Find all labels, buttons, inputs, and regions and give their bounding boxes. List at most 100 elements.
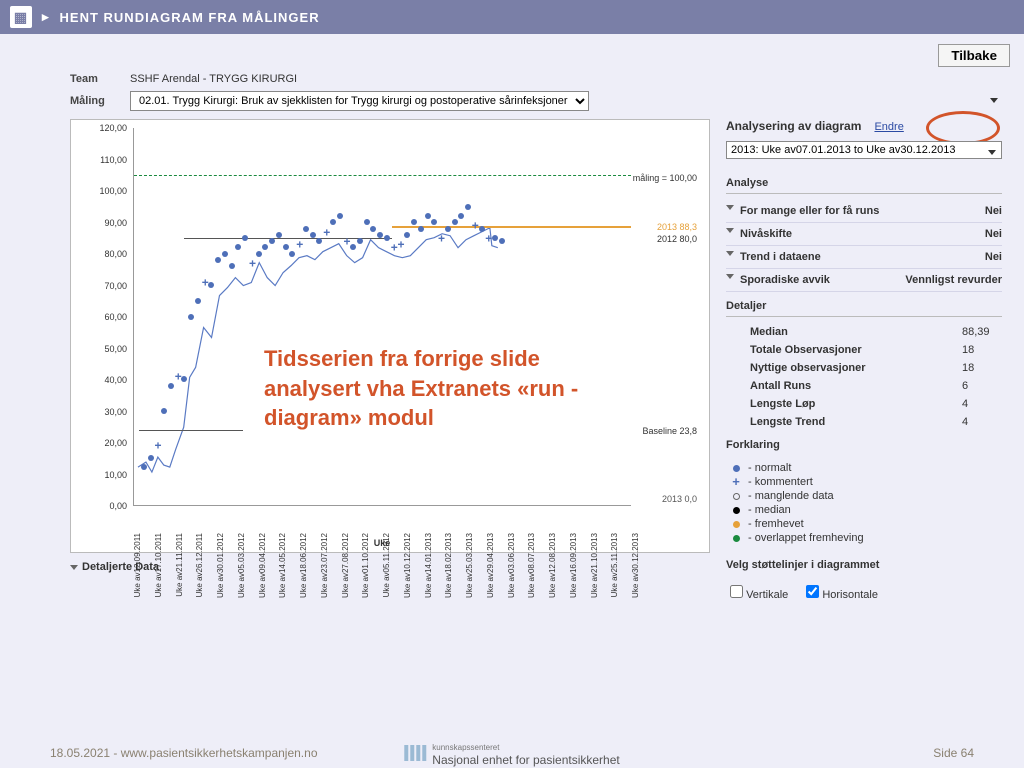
data-point — [370, 226, 376, 232]
measurement-label: Måling — [70, 95, 130, 107]
data-point — [425, 213, 431, 219]
team-label: Team — [70, 73, 130, 85]
y-tick: 10,00 — [87, 470, 127, 480]
data-point — [215, 257, 221, 263]
data-point — [168, 383, 174, 389]
analysis-row[interactable]: Sporadiske avvikVennligst revurder — [726, 269, 1002, 292]
y-tick: 50,00 — [87, 344, 127, 354]
data-point — [330, 219, 336, 225]
x-tick: Uke av21.11.2011 — [175, 533, 184, 597]
footer: 18.05.2021 - www.pasientsikkerhetskampan… — [0, 746, 1024, 760]
x-tick: Uke av18.06.2012 — [299, 533, 308, 598]
data-point-commented: + — [175, 370, 181, 376]
data-point — [384, 235, 390, 241]
data-point-commented: + — [296, 238, 302, 244]
x-tick: Uke av10.12.2012 — [403, 533, 412, 598]
detail-row: Median88,39 — [726, 323, 1002, 341]
x-tick: Uke av12.09.2011 — [133, 533, 142, 597]
data-point-commented: + — [323, 225, 329, 231]
data-point — [242, 235, 248, 241]
data-point — [465, 204, 471, 210]
y-tick: 30,00 — [87, 407, 127, 417]
data-point — [195, 298, 201, 304]
detail-row: Antall Runs6 — [726, 377, 1002, 395]
chevron-down-icon — [726, 251, 734, 256]
legend-symbol — [730, 507, 742, 514]
x-tick: Uke av03.06.2013 — [507, 533, 516, 598]
page-title: HENT RUNDIAGRAM FRA MÅLINGER — [60, 10, 320, 25]
x-tick: Uke av23.07.2012 — [320, 533, 329, 598]
vertical-checkbox[interactable]: Vertikale — [730, 585, 788, 601]
change-link[interactable]: Endre — [874, 121, 903, 133]
chevron-down-icon — [726, 205, 734, 210]
data-point — [364, 219, 370, 225]
data-point — [337, 213, 343, 219]
data-point — [161, 408, 167, 414]
supportlines-subhead: Velg støttelinjer i diagrammet — [726, 559, 1002, 575]
x-tick: Uke av26.12.2011 — [195, 533, 204, 597]
analysis-row[interactable]: NivåskifteNei — [726, 223, 1002, 246]
chevron-down-icon — [726, 274, 734, 279]
data-point — [208, 282, 214, 288]
x-tick: Uke av16.09.2013 — [569, 533, 578, 598]
data-point-commented: + — [398, 238, 404, 244]
x-tick: Uke av05.03.2012 — [237, 533, 246, 598]
data-point-commented: + — [249, 257, 255, 263]
legend-symbol: + — [730, 477, 742, 487]
y-tick: 110,00 — [87, 155, 127, 165]
legend-item: - manglende data — [730, 489, 1002, 503]
footer-left: 18.05.2021 - www.pasientsikkerhetskampan… — [50, 746, 318, 760]
data-point — [404, 232, 410, 238]
window-titlebar: ▦ ▸ HENT RUNDIAGRAM FRA MÅLINGER — [0, 0, 1024, 34]
data-point — [188, 314, 194, 320]
data-point-commented: + — [202, 275, 208, 281]
chevron-down-icon — [70, 565, 78, 570]
data-point — [181, 376, 187, 382]
footer-logo: kunnskapssenteret Nasjonal enhet for pas… — [404, 739, 619, 767]
analysis-row[interactable]: Trend i dataeneNei — [726, 246, 1002, 269]
data-point — [276, 232, 282, 238]
data-point — [479, 226, 485, 232]
period-select[interactable]: 2013: Uke av07.01.2013 to Uke av30.12.20… — [726, 141, 1002, 159]
y-tick: 0,00 — [87, 501, 127, 511]
x-tick: Uke av14.05.2012 — [278, 533, 287, 598]
app-icon: ▦ — [10, 6, 32, 28]
chevron-down-icon — [726, 228, 734, 233]
data-point — [492, 235, 498, 241]
data-point — [310, 232, 316, 238]
x-tick: Uke av08.07.2013 — [527, 533, 536, 598]
x-tick: Uke av12.08.2013 — [548, 533, 557, 598]
x-tick: Uke av09.04.2012 — [258, 533, 267, 598]
legend-item: +- kommentert — [730, 475, 1002, 489]
data-point — [445, 226, 451, 232]
x-tick: Uke av17.10.2011 — [154, 533, 163, 597]
detail-row: Lengste Løp4 — [726, 395, 1002, 413]
data-point — [458, 213, 464, 219]
analysis-row[interactable]: For mange eller for få runsNei — [726, 200, 1002, 223]
y-tick: 70,00 — [87, 281, 127, 291]
legend-item: - overlappet fremheving — [730, 531, 1002, 545]
detail-row: Totale Observasjoner18 — [726, 341, 1002, 359]
data-point — [262, 244, 268, 250]
footer-right: Side 64 — [933, 746, 974, 760]
data-point-commented: + — [438, 232, 444, 238]
legend-item: - median — [730, 503, 1002, 517]
data-point — [222, 251, 228, 257]
measurement-select[interactable]: 02.01. Trygg Kirurgi: Bruk av sjekkliste… — [130, 91, 589, 111]
data-point — [283, 244, 289, 250]
x-tick: Uke av18.02.2013 — [444, 533, 453, 598]
chart-panel: % operasjoner der hele sjekkliste er ben… — [70, 119, 710, 553]
data-point-commented: + — [391, 241, 397, 247]
data-point-commented: + — [472, 219, 478, 225]
data-point — [411, 219, 417, 225]
data-point — [418, 226, 424, 232]
data-point — [499, 238, 505, 244]
y-tick: 40,00 — [87, 375, 127, 385]
horizontal-checkbox[interactable]: Horisontale — [806, 585, 878, 601]
data-point — [229, 263, 235, 269]
y-tick: 20,00 — [87, 438, 127, 448]
data-point — [269, 238, 275, 244]
back-button[interactable]: Tilbake — [938, 44, 1010, 67]
x-tick: Uke av27.08.2012 — [341, 533, 350, 598]
x-tick: Uke av01.10.2012 — [361, 533, 370, 598]
